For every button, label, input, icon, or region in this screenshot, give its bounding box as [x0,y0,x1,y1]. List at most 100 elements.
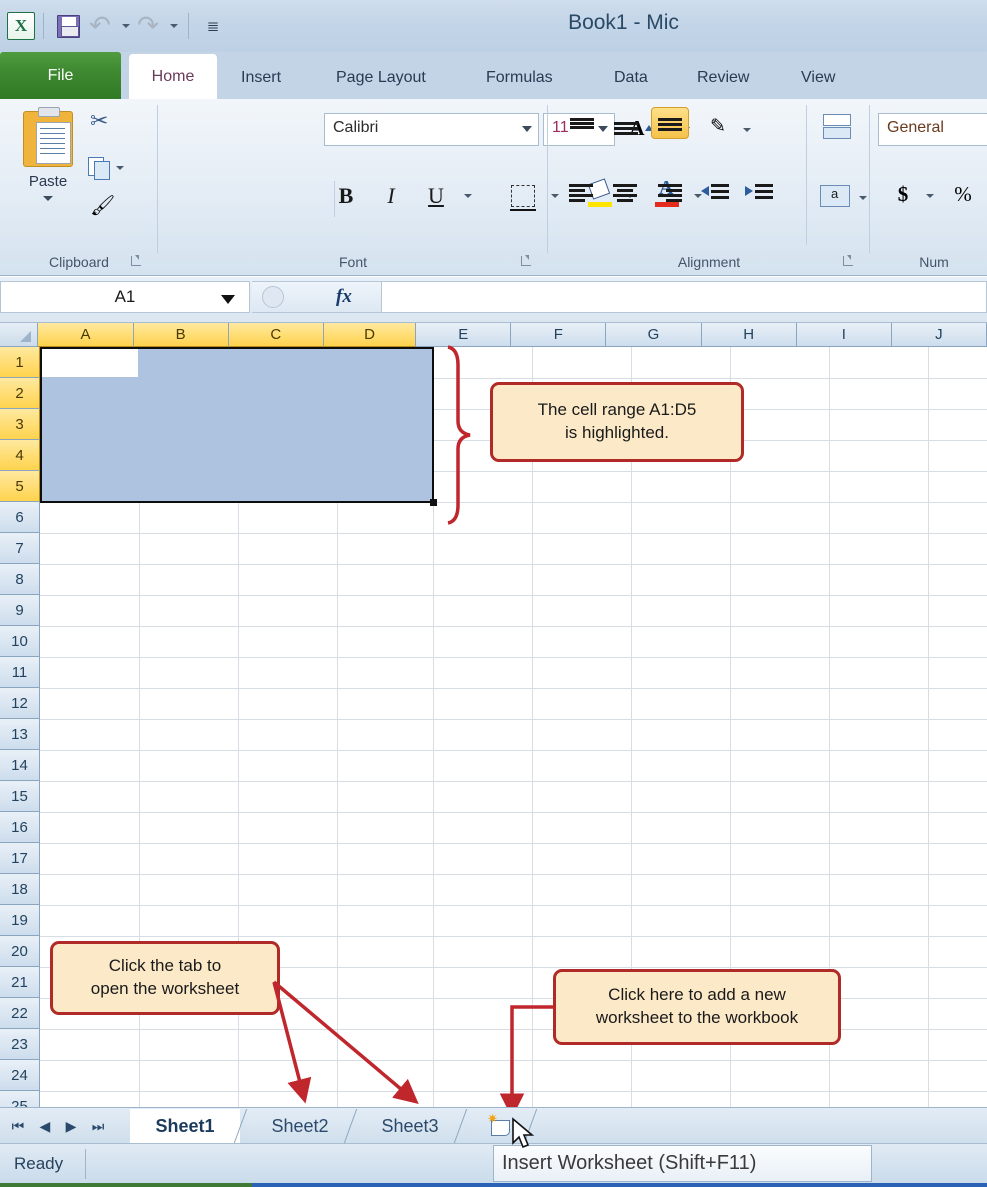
orientation-dropdown[interactable] [736,113,754,147]
underline-button[interactable]: U [418,179,454,213]
row-header-3[interactable]: 3 [0,409,40,440]
row-header-10[interactable]: 10 [0,626,40,657]
column-header-B[interactable]: B [133,323,229,347]
paste-button[interactable]: Paste [16,107,80,235]
format-painter-button[interactable]: 🖌 [90,193,136,227]
tab-page-layout[interactable]: Page Layout [320,56,442,99]
cancel-enter-button[interactable] [262,286,284,308]
sheet-tab-sheet3[interactable]: Sheet3 [360,1109,460,1143]
first-sheet-button[interactable]: ⏮ [10,1118,27,1135]
row-header-15[interactable]: 15 [0,781,40,812]
copy-button[interactable] [88,151,134,185]
row-header-12[interactable]: 12 [0,688,40,719]
tab-file[interactable]: File [0,52,121,99]
chevron-down-icon[interactable] [116,166,124,170]
redo-dropdown[interactable] [164,10,180,42]
undo-dropdown[interactable] [116,10,132,42]
grid-row-line [40,936,987,937]
column-header-H[interactable]: H [701,323,797,347]
cut-button[interactable]: ✂ [90,109,136,143]
row-header-11[interactable]: 11 [0,657,40,688]
ribbon-group-alignment: ✎ a Alignment [548,99,870,276]
sheet-tab-sheet2[interactable]: Sheet2 [250,1109,350,1143]
row-header-13[interactable]: 13 [0,719,40,750]
column-header-A[interactable]: A [38,323,134,347]
row-header-7[interactable]: 7 [0,533,40,564]
font-name-combo[interactable]: Calibri [324,113,539,146]
italic-button[interactable]: I [373,179,409,213]
tab-review[interactable]: Review [681,56,765,99]
chevron-down-icon[interactable] [43,196,53,201]
accounting-format-button[interactable]: $ [888,177,918,211]
row-header-8[interactable]: 8 [0,564,40,595]
column-header-J[interactable]: J [891,323,987,347]
column-header-F[interactable]: F [511,323,607,347]
excel-logo-icon[interactable]: X [7,12,35,40]
save-button[interactable] [52,10,84,42]
wrap-text-button[interactable] [816,109,856,143]
tab-data[interactable]: Data [598,56,664,99]
tab-insert[interactable]: Insert [225,56,297,99]
row-header-20[interactable]: 20 [0,936,40,967]
column-header-C[interactable]: C [228,323,324,347]
fill-handle[interactable] [430,499,437,506]
merge-center-button[interactable] [814,179,856,213]
row-header-16[interactable]: 16 [0,812,40,843]
row-header-25[interactable]: 25 [0,1091,40,1107]
merge-center-dropdown[interactable] [852,181,870,215]
last-sheet-button[interactable]: ⏭ [90,1118,107,1135]
sheet-tab-sheet1[interactable]: Sheet1 [130,1109,240,1143]
borders-button[interactable] [505,179,541,213]
insert-function-icon[interactable]: fx [336,286,352,308]
row-header-4[interactable]: 4 [0,440,40,471]
callout-click-tab-text: Click the tab to open the worksheet [90,956,240,998]
tab-view[interactable]: View [785,56,851,99]
row-header-24[interactable]: 24 [0,1060,40,1091]
column-header-I[interactable]: I [796,323,892,347]
status-accent-blue [252,1183,987,1187]
row-header-19[interactable]: 19 [0,905,40,936]
name-box[interactable]: A1 [0,281,250,313]
number-format-combo[interactable]: General [878,113,987,146]
formula-input[interactable] [382,281,987,313]
align-bottom-button[interactable] [651,107,689,139]
row-header-22[interactable]: 22 [0,998,40,1029]
orientation-button[interactable]: ✎ [700,109,736,143]
align-right-button[interactable] [651,177,691,211]
align-middle-button[interactable] [606,111,646,145]
select-all-button[interactable] [0,323,39,347]
percent-format-button[interactable]: % [948,177,978,211]
row-header-9[interactable]: 9 [0,595,40,626]
decrease-indent-button[interactable] [696,177,736,211]
row-header-14[interactable]: 14 [0,750,40,781]
active-cell-a1[interactable] [42,349,138,377]
customize-qat-button[interactable]: ≣ [197,10,229,42]
redo-button[interactable]: ↷ [132,10,164,42]
previous-sheet-button[interactable]: ◀ [38,1118,53,1135]
alignment-dialog-launcher[interactable] [842,254,856,268]
underline-dropdown[interactable] [456,179,476,213]
undo-button[interactable]: ↶ [84,10,116,42]
align-top-button[interactable] [562,111,602,145]
accounting-format-dropdown[interactable] [918,179,938,213]
number-format-value: General [887,119,944,136]
row-header-18[interactable]: 18 [0,874,40,905]
row-header-5[interactable]: 5 [0,471,40,502]
next-sheet-button[interactable]: ▶ [64,1118,79,1135]
column-header-G[interactable]: G [606,323,702,347]
clipboard-dialog-launcher[interactable] [130,254,144,268]
row-header-21[interactable]: 21 [0,967,40,998]
chevron-down-icon[interactable] [221,295,235,304]
tab-formulas[interactable]: Formulas [470,56,569,99]
font-dialog-launcher[interactable] [520,254,534,268]
align-center-button[interactable] [606,177,646,211]
tab-home[interactable]: Home [129,54,217,100]
increase-indent-button[interactable] [740,177,780,211]
row-header-17[interactable]: 17 [0,843,40,874]
align-left-button[interactable] [562,177,602,211]
row-header-2[interactable]: 2 [0,378,40,409]
row-header-23[interactable]: 23 [0,1029,40,1060]
column-header-D[interactable]: D [323,323,417,347]
row-header-1[interactable]: 1 [0,347,40,378]
row-header-6[interactable]: 6 [0,502,40,533]
